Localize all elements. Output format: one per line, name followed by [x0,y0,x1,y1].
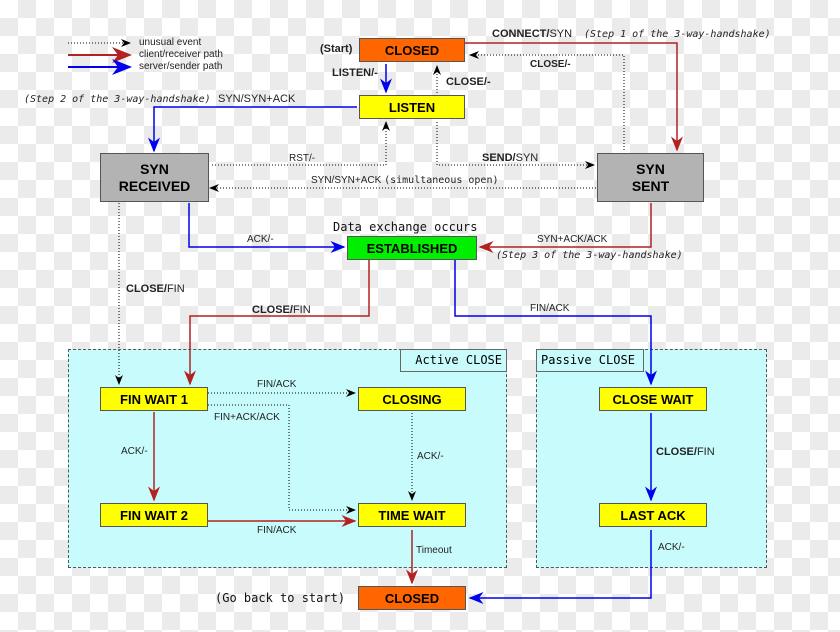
state-closed-start: CLOSED [359,38,465,62]
arrow-close-fin [184,260,370,386]
fin-ack-tw-label: FIN/ACK [257,525,297,536]
syn-sent-line1: SYN [636,160,665,177]
legend-server-label: server/sender path [139,61,223,72]
state-time-wait: TIME WAIT [358,503,466,527]
close-fin-action: FIN [166,283,185,295]
state-last-ack: LAST ACK [599,503,707,527]
state-fin-wait-1: FIN WAIT 1 [100,387,208,411]
state-listen: LISTEN [359,95,465,119]
simultaneous-note: (simultaneous open) [384,175,499,186]
close-synsent-label: CLOSE/- [530,59,571,70]
simultaneous-label: SYN/SYN+ACK (simultaneous open) [311,175,498,186]
close-fin-synrcv-label: CLOSE/FIN [126,283,185,295]
start-label: (Start) [320,43,353,55]
close-fin-passive-label: CLOSE/FIN [656,446,715,458]
listen-transition-label: LISTEN/- [332,67,378,79]
finack-ack-label: FIN+ACK/ACK [214,412,280,423]
state-established: ESTABLISHED [347,236,477,260]
send-event: SEND/ [482,152,516,164]
ack-tw-label: ACK/- [417,451,444,462]
close-fin-est-label: CLOSE/FIN [252,304,311,316]
close-fin2-action: FIN [292,304,311,316]
timeout-label: Timeout [416,545,452,556]
arrow-lastack-closed [468,530,652,604]
state-closing: CLOSING [358,387,466,411]
connect-action: SYN [549,28,573,40]
state-closed-end: CLOSED [358,586,466,610]
fin-ack-closing-label: FIN/ACK [257,379,297,390]
arrow-connect [465,42,683,152]
ack-fw2-label: ACK/- [121,446,148,457]
close-fin2-event: CLOSE/ [252,304,293,316]
go-back-note: (Go back to start) [215,591,346,605]
ack-est-label: ACK/- [247,234,274,245]
state-syn-received: SYN RECEIVED [100,153,209,202]
synack-label: SYN+ACK/ACK [537,234,608,245]
simultaneous-transition: SYN/SYN+ACK [311,175,382,186]
synrcv-transition-label: SYN/SYN+ACK [218,93,296,105]
arrow-synrcv [148,106,357,153]
state-close-wait: CLOSE WAIT [599,387,707,411]
step2-note: (Step 2 of the 3-way-handshake) [24,94,211,105]
state-fin-wait-2: FIN WAIT 2 [100,503,208,527]
ack-lastack-label: ACK/- [658,542,685,553]
send-action: SYN [515,152,539,164]
step3-note: (Step 3 of the 3-way-handshake) [496,250,683,261]
legend-client-label: client/receiver path [139,49,223,60]
close-listen-label: CLOSE/- [446,76,491,88]
close-fin-event: CLOSE/ [126,283,167,295]
close-fin3-action: FIN [696,446,715,458]
legend-unusual-label: unusual event [139,37,202,48]
active-close-label: Active CLOSE [400,349,507,372]
fin-ack-passive-label: FIN/ACK [530,303,570,314]
passive-close-label: Passive CLOSE [536,349,644,372]
syn-received-line1: SYN [140,160,169,177]
send-label: SEND/SYN [482,152,538,164]
connect-event: CONNECT/ [492,28,550,40]
close-fin3-event: CLOSE/ [656,446,697,458]
connect-label: CONNECT/SYN [492,28,572,40]
state-syn-sent: SYN SENT [597,153,704,202]
rst-label: RST/- [289,153,316,164]
step1-note: (Step 1 of the 3-way-handshake) [584,29,771,40]
data-exchange-note: Data exchange occurs [333,220,478,234]
syn-received-line2: RECEIVED [118,177,191,194]
syn-sent-line2: SENT [631,177,670,194]
